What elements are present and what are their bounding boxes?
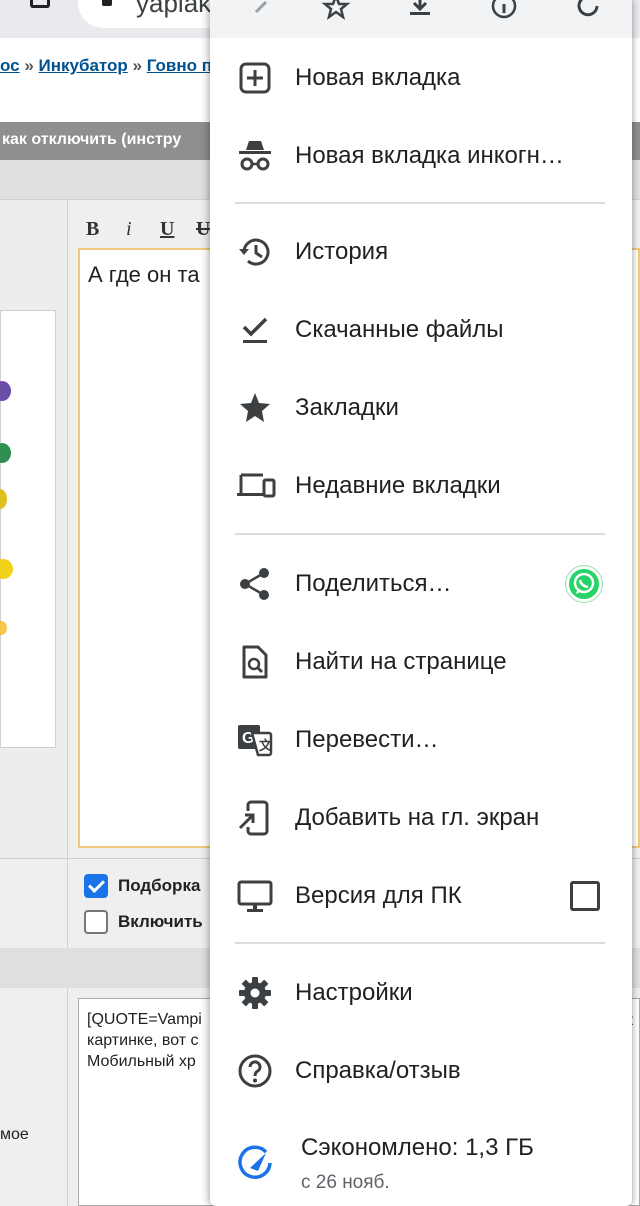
data-saver-subtitle: с 26 нояб. <box>301 1172 390 1193</box>
menu-item-downloads[interactable]: Скачанные файлы <box>210 291 632 369</box>
menu-item-label: Настройки <box>295 979 413 1006</box>
breadcrumb: ос » Инкубатор » Говно п <box>0 56 212 76</box>
menu-item-label: Добавить на гл. экран <box>295 804 540 831</box>
data-saver-gauge-icon <box>236 1144 274 1182</box>
subscribe-label: Подборка <box>118 876 201 895</box>
menu-top-toolbar <box>210 0 632 38</box>
menu-item-label: Недавние вкладки <box>295 472 501 499</box>
menu-divider <box>235 533 605 535</box>
bookmark-star-icon[interactable] <box>318 0 354 24</box>
menu-item-new-tab[interactable]: Новая вкладка <box>210 39 632 117</box>
overflow-menu: Новая вкладка Новая вкладка инкогн… Исто… <box>210 0 632 1206</box>
menu-item-share[interactable]: Поделиться… <box>210 545 632 623</box>
menu-item-label: Новая вкладка <box>295 64 461 91</box>
add-to-home-icon <box>236 799 274 837</box>
menu-divider <box>235 942 605 944</box>
menu-item-label: Закладки <box>295 394 399 421</box>
menu-item-label: Поделиться… <box>295 570 452 597</box>
menu-item-label: История <box>295 238 389 265</box>
desktop-icon <box>236 877 274 915</box>
menu-item-label: Найти на странице <box>295 648 507 675</box>
smiley-icon[interactable] <box>0 621 7 635</box>
translate-icon: G文 <box>236 721 274 759</box>
lock-icon <box>102 0 112 6</box>
menu-item-history[interactable]: История <box>210 213 632 291</box>
quote-left-cell <box>0 988 68 1206</box>
breadcrumb-link-incubator[interactable]: Инкубатор <box>39 56 128 75</box>
smiley-icon[interactable] <box>0 489 7 509</box>
strike-button[interactable]: U <box>196 218 210 241</box>
gear-icon <box>236 974 274 1012</box>
breadcrumb-separator: » <box>19 56 39 75</box>
whatsapp-share-icon[interactable] <box>566 566 602 602</box>
menu-item-find[interactable]: Найти на странице <box>210 623 632 701</box>
history-icon <box>236 233 274 271</box>
menu-divider <box>235 202 605 204</box>
help-icon <box>236 1052 274 1090</box>
options-left-cell <box>0 859 68 949</box>
menu-item-label: Новая вкладка инкогн… <box>295 142 564 169</box>
forward-icon[interactable] <box>242 0 278 24</box>
menu-item-translate[interactable]: G文 Перевести… <box>210 701 632 779</box>
downloads-icon <box>236 311 274 349</box>
smiley-icon[interactable] <box>0 381 11 401</box>
menu-item-add-to-home[interactable]: Добавить на гл. экран <box>210 779 632 857</box>
menu-item-recent-tabs[interactable]: Недавние вкладки <box>210 447 632 525</box>
page-info-icon[interactable] <box>486 0 522 24</box>
italic-button[interactable]: i <box>126 218 132 241</box>
menu-item-settings[interactable]: Настройки <box>210 954 632 1032</box>
url-text[interactable]: yaplak <box>136 0 211 19</box>
menu-item-incognito[interactable]: Новая вкладка инкогн… <box>210 117 632 195</box>
left-column-text: мое <box>0 1126 29 1143</box>
smiley-icon[interactable] <box>0 443 11 463</box>
breadcrumb-link-topic-section[interactable]: Говно п <box>147 56 212 75</box>
smilies-panel <box>0 310 56 748</box>
svg-text:文: 文 <box>259 738 273 753</box>
menu-item-label: Перевести… <box>295 726 439 753</box>
new-tab-icon <box>236 59 274 97</box>
data-saver-title: Сэкономлено: 1,3 ГБ <box>301 1134 534 1161</box>
find-in-page-icon <box>236 643 274 681</box>
underline-button[interactable]: U <box>160 218 174 241</box>
desktop-site-checkbox[interactable] <box>570 881 600 911</box>
download-page-icon[interactable] <box>402 0 438 24</box>
subscribe-checkbox[interactable] <box>84 874 108 898</box>
enable-label: Включить <box>118 912 203 931</box>
smiley-icon[interactable] <box>0 559 13 579</box>
share-icon <box>236 565 274 603</box>
menu-item-label: Скачанные файлы <box>295 316 504 343</box>
tab-switcher-icon[interactable] <box>30 0 50 8</box>
reload-icon[interactable] <box>570 0 606 24</box>
menu-item-bookmarks[interactable]: Закладки <box>210 369 632 447</box>
star-icon <box>236 389 274 427</box>
menu-item-help[interactable]: Справка/отзыв <box>210 1032 632 1110</box>
menu-item-label: Версия для ПК <box>295 882 462 909</box>
breadcrumb-separator: » <box>127 56 147 75</box>
menu-item-desktop-site[interactable]: Версия для ПК <box>210 857 632 935</box>
incognito-icon <box>236 137 274 175</box>
bold-button[interactable]: B <box>86 218 99 241</box>
breadcrumb-link-forum[interactable]: ос <box>0 56 20 75</box>
enable-checkbox[interactable] <box>84 910 108 934</box>
menu-item-label: Справка/отзыв <box>295 1057 461 1084</box>
devices-icon <box>236 467 276 505</box>
